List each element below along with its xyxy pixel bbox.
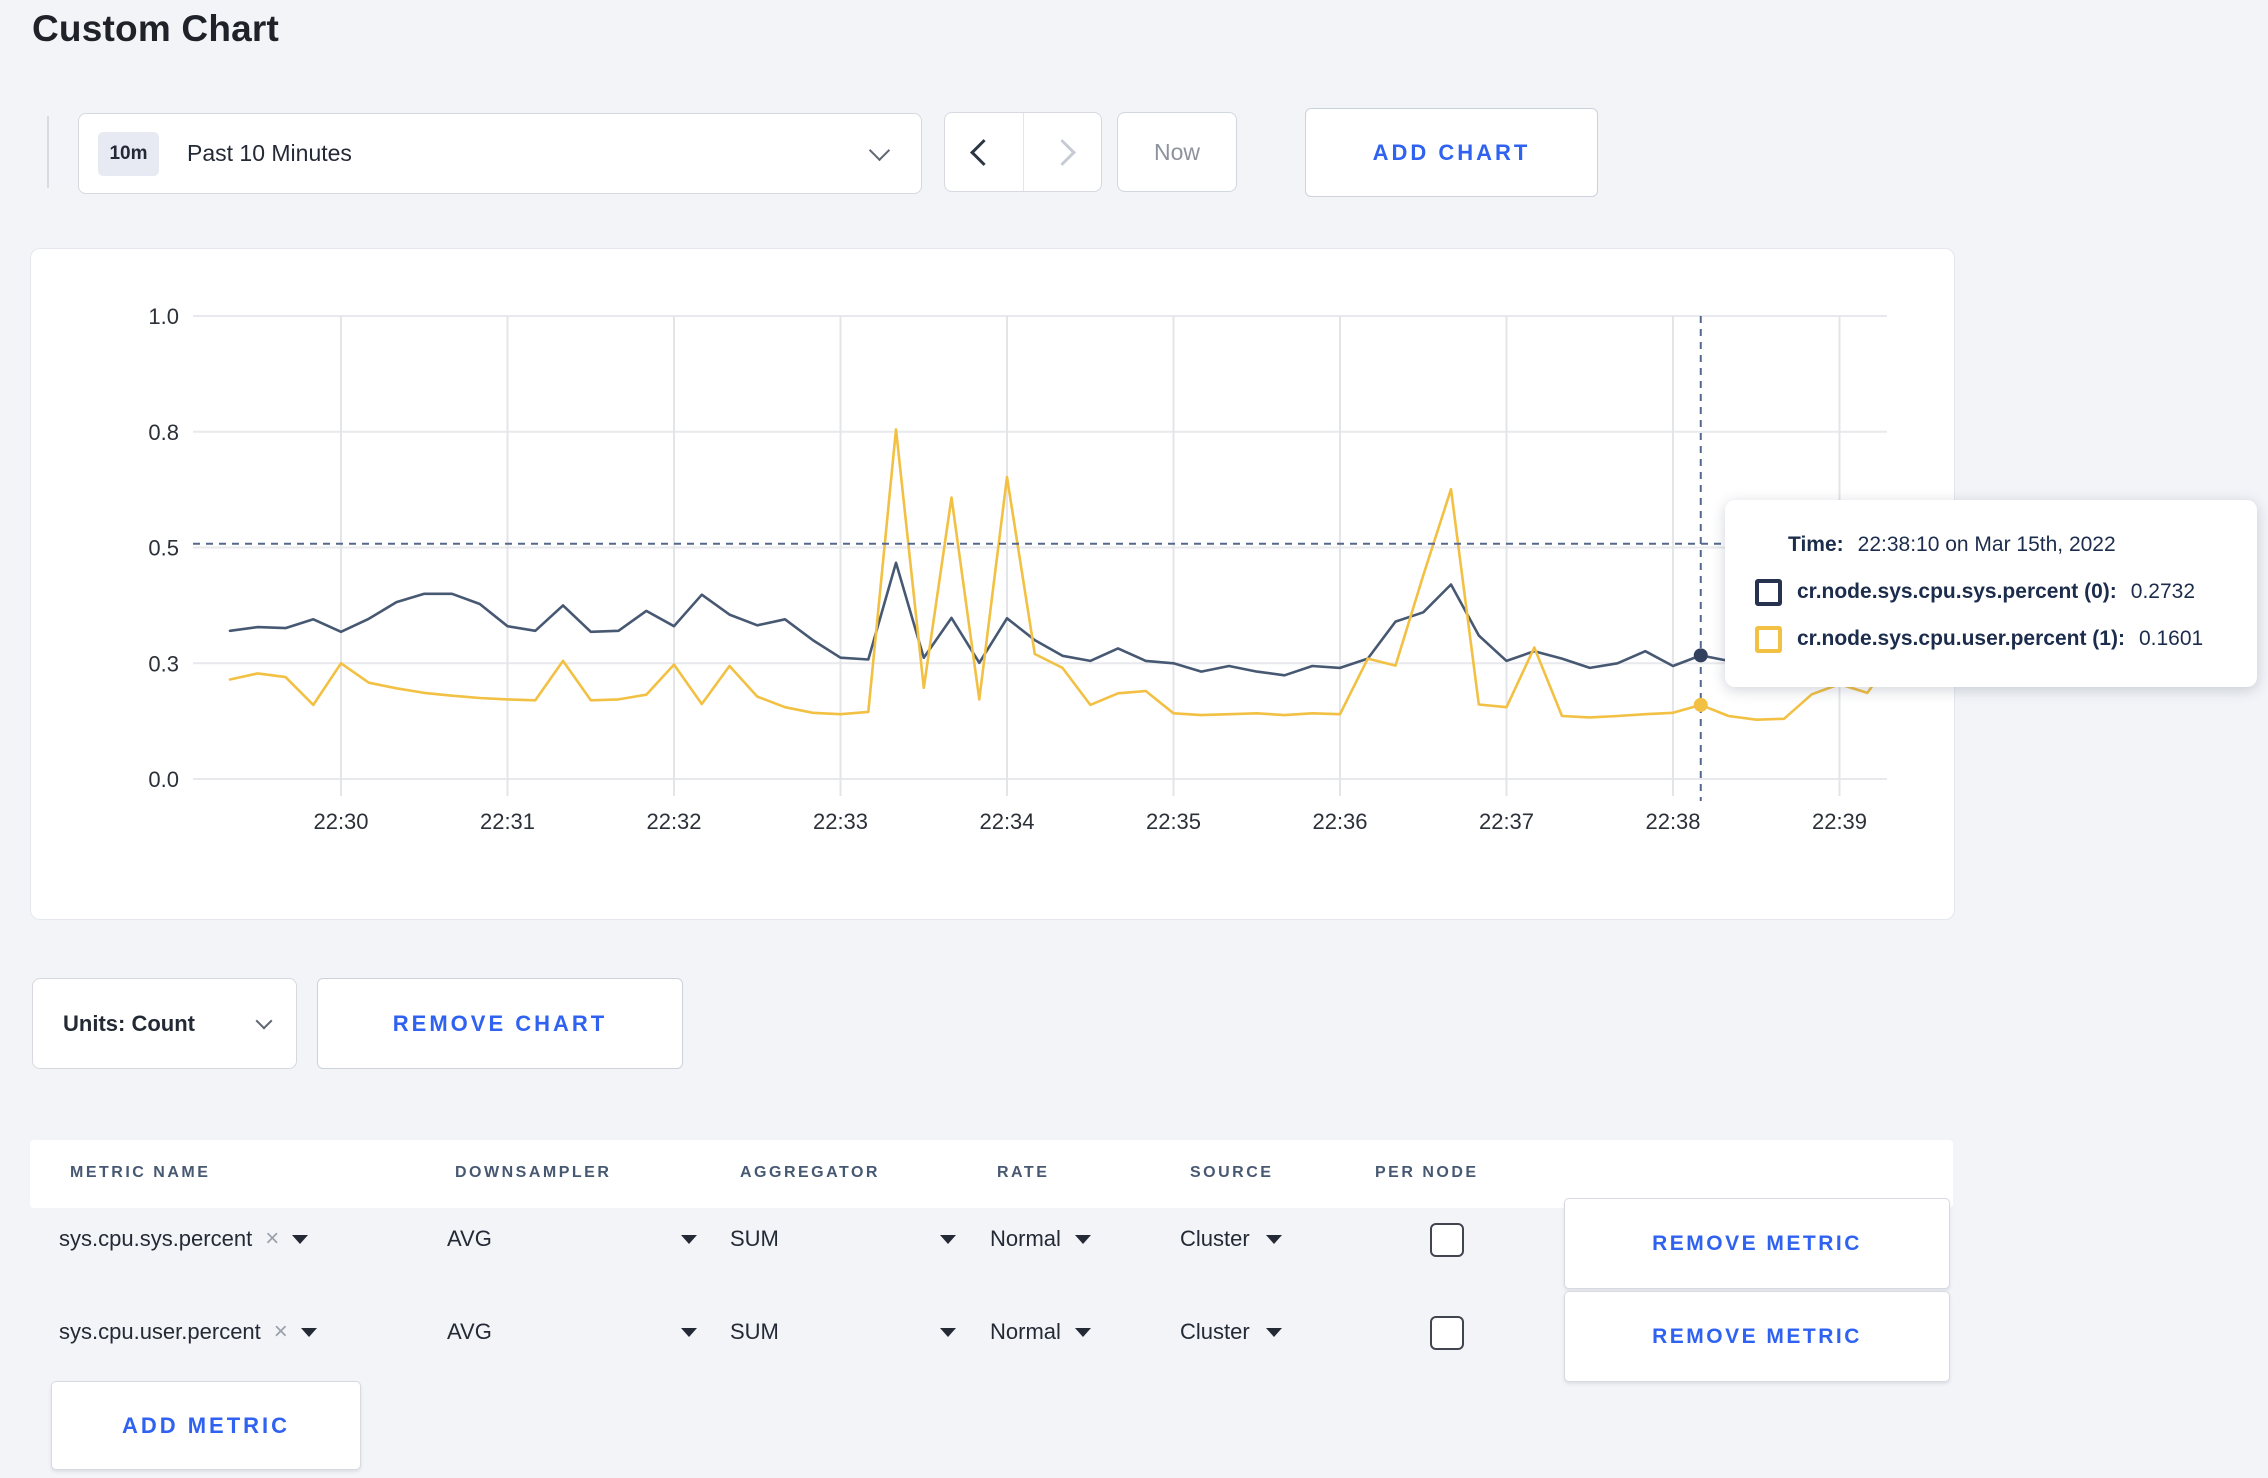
x-tick-label: 22:32	[646, 809, 701, 834]
aggregator-value: SUM	[730, 1226, 779, 1251]
x-tick-label: 22:34	[979, 809, 1034, 834]
caret-down-icon	[1074, 1234, 1091, 1244]
metric-row: sys.cpu.user.percent × AVG SUM Normal Cl…	[30, 1291, 1953, 1382]
tooltip-series-name: cr.node.sys.cpu.sys.percent (0):	[1797, 580, 2117, 603]
x-tick-label: 22:31	[480, 809, 535, 834]
rate-select[interactable]: Normal	[990, 1226, 1091, 1252]
x-tick-label: 22:38	[1645, 809, 1700, 834]
time-range-dropdown[interactable]: 10m Past 10 Minutes	[78, 113, 922, 194]
cpu-percent-line-chart[interactable]: 0.0 0.3 0.5 0.8 1.0 22:30 22:31 22:32 22:33 22:34…	[31, 249, 1952, 917]
caret-down-icon	[681, 1327, 697, 1337]
col-header-per-node: PER NODE	[1375, 1164, 1479, 1181]
metric-name-value: sys.cpu.sys.percent	[59, 1226, 253, 1251]
add-chart-button[interactable]: ADD CHART	[1305, 108, 1598, 197]
time-range-badge: 10m	[98, 131, 159, 176]
caret-down-icon	[681, 1234, 697, 1244]
toolbar-divider	[47, 116, 49, 188]
per-node-checkbox[interactable]	[1430, 1223, 1464, 1257]
per-node-checkbox[interactable]	[1430, 1316, 1464, 1350]
downsampler-value: AVG	[447, 1226, 492, 1251]
tooltip-time-row: Time: 22:38:10 on Mar 15th, 2022	[1788, 532, 2227, 558]
series-line-0	[228, 561, 1897, 677]
chevron-down-icon	[868, 139, 891, 162]
downsampler-select[interactable]: AVG	[447, 1226, 697, 1252]
tooltip-series-value: 0.1601	[2138, 627, 2204, 650]
remove-metric-x-icon[interactable]: ×	[265, 1227, 279, 1251]
x-tick-label: 22:35	[1146, 809, 1201, 834]
y-tick-label: 0.5	[148, 536, 179, 561]
remove-metric-button[interactable]: REMOVE METRIC	[1564, 1291, 1950, 1382]
y-tick-label: 0.0	[148, 767, 179, 792]
remove-metric-x-icon[interactable]: ×	[274, 1320, 288, 1344]
time-range-label: Past 10 Minutes	[187, 140, 352, 166]
custom-chart-page: Custom Chart 10m Past 10 Minutes Now ADD…	[0, 0, 2268, 1478]
source-select[interactable]: Cluster	[1180, 1226, 1282, 1252]
chart-tooltip: Time: 22:38:10 on Mar 15th, 2022 cr.node…	[1725, 500, 2257, 687]
tooltip-series-name: cr.node.sys.cpu.user.percent (1):	[1797, 627, 2125, 650]
aggregator-select[interactable]: SUM	[730, 1226, 956, 1252]
next-time-button[interactable]	[1022, 113, 1102, 191]
metric-name-select[interactable]: sys.cpu.user.percent ×	[59, 1319, 317, 1345]
remove-metric-button[interactable]: REMOVE METRIC	[1564, 1198, 1950, 1289]
tooltip-time-value: 22:38:10 on Mar 15th, 2022	[1857, 533, 2116, 556]
tooltip-series-value: 0.2732	[2130, 580, 2196, 603]
add-metric-button[interactable]: ADD METRIC	[51, 1381, 361, 1470]
y-tick-label: 0.8	[148, 420, 179, 445]
col-header-metric-name: METRIC NAME	[70, 1164, 211, 1181]
downsampler-select[interactable]: AVG	[447, 1319, 697, 1345]
downsampler-value: AVG	[447, 1319, 492, 1344]
aggregator-value: SUM	[730, 1319, 779, 1344]
chart-card: 0.0 0.3 0.5 0.8 1.0 22:30 22:31 22:32 22:33 22:34…	[30, 248, 1955, 920]
rate-value: Normal	[990, 1226, 1061, 1251]
col-header-downsampler: DOWNSAMPLER	[455, 1164, 612, 1181]
metric-name-value: sys.cpu.user.percent	[59, 1319, 261, 1344]
tooltip-series-row: cr.node.sys.cpu.sys.percent (0): 0.2732	[1755, 578, 2227, 606]
col-header-aggregator: AGGREGATOR	[740, 1164, 880, 1181]
caret-down-icon	[940, 1234, 956, 1244]
metrics-table-body: sys.cpu.sys.percent × AVG SUM Normal Clu…	[30, 1198, 1953, 1398]
metric-name-select[interactable]: sys.cpu.sys.percent ×	[59, 1226, 309, 1252]
x-tick-label: 22:39	[1812, 809, 1867, 834]
caret-down-icon	[1265, 1327, 1282, 1337]
col-header-rate: RATE	[997, 1164, 1050, 1181]
series-line-1	[228, 428, 1897, 722]
source-value: Cluster	[1180, 1226, 1250, 1251]
chevron-down-icon	[255, 1012, 273, 1029]
series-user-swatch-icon	[1755, 625, 1782, 653]
caret-down-icon	[940, 1327, 956, 1337]
chevron-right-icon	[1048, 138, 1076, 166]
time-step-group	[944, 112, 1102, 192]
x-tick-label: 22:37	[1479, 809, 1534, 834]
col-header-source: SOURCE	[1190, 1164, 1274, 1181]
tooltip-series-row: cr.node.sys.cpu.user.percent (1): 0.1601	[1755, 625, 2227, 653]
metric-row: sys.cpu.sys.percent × AVG SUM Normal Clu…	[30, 1198, 1953, 1289]
rate-value: Normal	[990, 1319, 1061, 1344]
chevron-left-icon	[970, 138, 998, 166]
caret-down-icon	[1265, 1234, 1282, 1244]
x-tick-label: 22:36	[1312, 809, 1367, 834]
caret-down-icon	[300, 1327, 317, 1337]
x-tick-label: 22:30	[313, 809, 368, 834]
caret-down-icon	[292, 1234, 309, 1244]
units-dropdown[interactable]: Units: Count	[32, 978, 297, 1069]
tooltip-time-label: Time:	[1788, 533, 1844, 556]
x-tick-label: 22:33	[813, 809, 868, 834]
series-sys-swatch-icon	[1755, 578, 1782, 606]
prev-time-button[interactable]	[945, 113, 1023, 191]
source-select[interactable]: Cluster	[1180, 1319, 1282, 1345]
aggregator-select[interactable]: SUM	[730, 1319, 956, 1345]
page-title: Custom Chart	[32, 8, 280, 49]
rate-select[interactable]: Normal	[990, 1319, 1091, 1345]
crosshair-dot-1	[1693, 697, 1708, 712]
remove-chart-button[interactable]: REMOVE CHART	[317, 978, 683, 1069]
y-tick-label: 1.0	[148, 304, 179, 329]
now-button[interactable]: Now	[1117, 112, 1237, 192]
units-label: Units: Count	[63, 1010, 195, 1036]
y-tick-label: 0.3	[148, 651, 179, 676]
source-value: Cluster	[1180, 1319, 1250, 1344]
caret-down-icon	[1074, 1327, 1091, 1337]
crosshair-dot-0	[1693, 648, 1708, 663]
